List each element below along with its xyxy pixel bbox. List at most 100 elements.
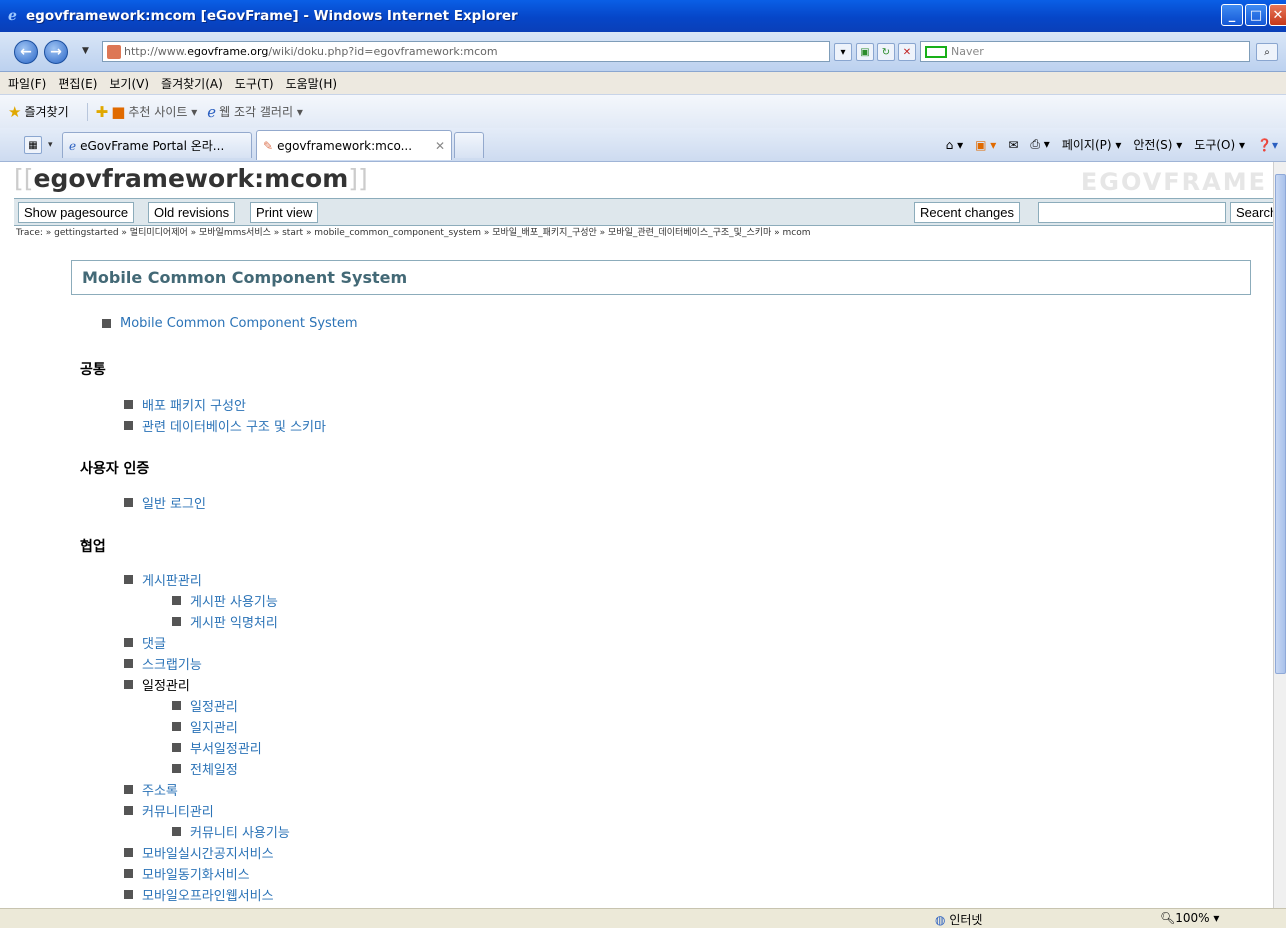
tab-egovframe-portal[interactable]: ℯ eGovFrame Portal 온라...: [62, 132, 252, 158]
menu-tools[interactable]: 도구(T): [235, 75, 274, 92]
favorites-star-icon[interactable]: ★: [8, 103, 21, 121]
recent-changes-button[interactable]: Recent changes: [914, 202, 1020, 223]
bullet-icon: [124, 680, 133, 689]
bullet-icon: [124, 890, 133, 899]
title-bar: ℯ egovframework:mcom [eGovFrame] - Windo…: [0, 0, 1286, 32]
refresh-button[interactable]: ↻: [877, 43, 895, 61]
bullet-icon: [124, 498, 133, 507]
mail-icon[interactable]: ✉: [1008, 138, 1018, 152]
list-item[interactable]: 커뮤니티 사용기능: [172, 822, 290, 841]
vertical-scrollbar[interactable]: [1273, 162, 1286, 908]
list-item[interactable]: 댓글: [124, 633, 166, 652]
list-item[interactable]: 전체일정: [172, 759, 238, 778]
back-button[interactable]: ←: [14, 40, 38, 64]
link-text: 커뮤니티관리: [142, 805, 214, 820]
address-dropdown-button[interactable]: ▾: [834, 43, 852, 61]
breadcrumb-trace: Trace: » gettingstarted » 멀티미디어제어 » 모바일m…: [16, 228, 811, 238]
list-item[interactable]: 관련 데이터베이스 구조 및 스키마: [124, 416, 326, 435]
add-favorite-icon[interactable]: ✚: [96, 103, 109, 121]
old-revisions-button[interactable]: Old revisions: [148, 202, 236, 223]
bullet-icon: [124, 400, 133, 409]
tab-egovframework-mcom[interactable]: ✎ egovframework:mco... ✕: [256, 130, 452, 160]
close-button[interactable]: ✕: [1269, 4, 1286, 26]
tab-close-icon[interactable]: ✕: [435, 139, 445, 153]
tab-label: egovframework:mco...: [277, 138, 413, 153]
bullet-icon: [172, 617, 181, 626]
link-text: 커뮤니티 사용기능: [190, 826, 290, 841]
suggested-sites-link[interactable]: 추천 사이트 ▾: [128, 103, 197, 120]
feeds-icon[interactable]: ▣ ▾: [975, 138, 996, 152]
list-item[interactable]: 배포 패키지 구성안: [124, 395, 246, 414]
list-item[interactable]: 모바일동기화서비스: [124, 864, 250, 883]
tab-bar: ▦ ▾ ℯ eGovFrame Portal 온라... ✎ egovframe…: [0, 128, 1286, 162]
link-text: 게시판관리: [142, 574, 202, 589]
new-tab-button[interactable]: [454, 132, 484, 158]
quick-tabs-icon[interactable]: ▦: [24, 136, 42, 154]
zoom-level[interactable]: 🔍︎100% ▾: [1160, 911, 1219, 925]
forward-button[interactable]: →: [44, 40, 68, 64]
favorites-button[interactable]: 즐겨찾기: [24, 103, 68, 120]
maximize-button[interactable]: □: [1245, 4, 1267, 26]
history-dropdown-icon[interactable]: ▼: [82, 46, 89, 56]
item-text: 일정관리: [142, 679, 190, 694]
safety-menu[interactable]: 안전(S) ▾: [1133, 136, 1182, 153]
section-title: Mobile Common Component System: [82, 268, 408, 287]
list-item: 일정관리: [124, 675, 190, 694]
print-icon[interactable]: ⎙ ▾: [1030, 137, 1049, 152]
egovframe-logo: EGOVFRAME: [1080, 168, 1267, 196]
list-item[interactable]: 일정관리: [172, 696, 238, 715]
list-item[interactable]: 모바일오프라인웹서비스: [124, 885, 274, 904]
wiki-search-button[interactable]: Search: [1230, 202, 1273, 223]
link-text: Mobile Common Component System: [120, 316, 358, 331]
page-menu[interactable]: 페이지(P) ▾: [1062, 136, 1122, 153]
page-content: [[egovframework:mcom]] EGOVFRAME Show pa…: [14, 162, 1273, 908]
menu-edit[interactable]: 편집(E): [58, 75, 97, 92]
menu-help[interactable]: 도움말(H): [286, 75, 338, 92]
address-bar[interactable]: http://www.egovframe.org/wiki/doku.php?i…: [102, 41, 830, 62]
list-item[interactable]: 게시판 사용기능: [172, 591, 278, 610]
stop-button[interactable]: ✕: [898, 43, 916, 61]
naver-logo-icon: [925, 45, 947, 58]
window-controls: _ □ ✕: [1221, 4, 1286, 26]
list-item[interactable]: 커뮤니티관리: [124, 801, 214, 820]
list-item[interactable]: 모바일실시간공지서비스: [124, 843, 274, 862]
menu-file[interactable]: 파일(F): [8, 75, 46, 92]
show-pagesource-button[interactable]: Show pagesource: [18, 202, 135, 223]
favorites-separator: [86, 102, 88, 121]
ie-page-icon: ℯ: [69, 138, 77, 153]
link-text: 일반 로그인: [142, 497, 206, 512]
menu-favorites[interactable]: 즐겨찾기(A): [161, 75, 223, 92]
web-slice-icon: ℯ: [207, 102, 217, 121]
print-view-button[interactable]: Print view: [250, 202, 319, 223]
list-item[interactable]: 스크랩기능: [124, 654, 202, 673]
tools-menu[interactable]: 도구(O) ▾: [1194, 136, 1245, 153]
home-icon[interactable]: ⌂ ▾: [946, 138, 963, 152]
page-title[interactable]: [[egovframework:mcom]]: [14, 164, 368, 193]
page-header: [[egovframework:mcom]] EGOVFRAME: [14, 162, 1273, 198]
menu-view[interactable]: 보기(V): [109, 75, 149, 92]
list-item[interactable]: 게시판 익명처리: [172, 612, 278, 631]
link-text: 게시판 익명처리: [190, 616, 278, 631]
compat-view-icon[interactable]: ▣: [856, 43, 874, 61]
scrollbar-thumb[interactable]: [1275, 174, 1286, 674]
link-text: 모바일실시간공지서비스: [142, 847, 274, 862]
list-item[interactable]: Mobile Common Component System: [102, 316, 358, 331]
list-item[interactable]: 일지관리: [172, 717, 238, 736]
link-text: 주소록: [142, 784, 178, 799]
list-item[interactable]: 부서일정관리: [172, 738, 262, 757]
help-icon[interactable]: ❓▾: [1257, 138, 1278, 152]
wiki-search-input[interactable]: [1038, 202, 1226, 223]
list-item[interactable]: 주소록: [124, 780, 178, 799]
list-item[interactable]: 일반 로그인: [124, 493, 206, 512]
search-placeholder: Naver: [951, 45, 984, 58]
bullet-icon: [172, 764, 181, 773]
search-box[interactable]: Naver: [920, 41, 1250, 62]
search-go-icon[interactable]: ⌕: [1256, 43, 1278, 61]
minimize-button[interactable]: _: [1221, 4, 1243, 26]
web-slice-gallery-link[interactable]: 웹 조각 갤러리 ▾: [219, 103, 303, 120]
bullet-icon: [124, 785, 133, 794]
navigation-bar: ← → ▼ http://www.egovframe.org/wiki/doku…: [0, 32, 1286, 72]
tab-list-dropdown-icon[interactable]: ▾: [48, 140, 53, 150]
link-text: 일지관리: [190, 721, 238, 736]
list-item[interactable]: 게시판관리: [124, 570, 202, 589]
